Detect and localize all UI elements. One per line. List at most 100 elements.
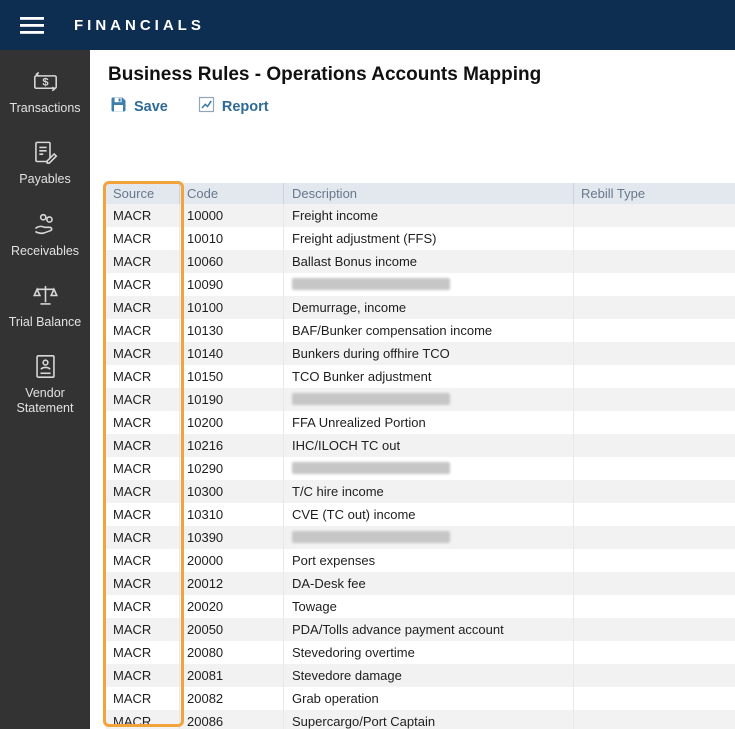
redacted-text <box>292 462 450 475</box>
cell-code: 20012 <box>180 572 284 595</box>
svg-text:$: $ <box>42 77 49 89</box>
cell-source: MACR <box>106 687 180 710</box>
table-row[interactable]: MACR 10216 IHC/ILOCH TC out <box>106 434 735 457</box>
column-header-rebill-type[interactable]: Rebill Type <box>574 183 735 204</box>
cell-rebill-type <box>574 480 735 503</box>
table-row[interactable]: MACR 20050 PDA/Tolls advance payment accou… <box>106 618 735 641</box>
table-row[interactable]: MACR 10140 Bunkers during offhire TCO <box>106 342 735 365</box>
cell-code: 20082 <box>180 687 284 710</box>
cell-source: MACR <box>106 641 180 664</box>
redacted-text <box>292 393 450 406</box>
page-title: Business Rules - Operations Accounts Map… <box>108 64 542 85</box>
table-row[interactable]: MACR 10300 T/C hire income <box>106 480 735 503</box>
app-title: FINANCIALS <box>74 16 205 34</box>
sidebar-item-transactions[interactable]: $ Transactions <box>3 68 87 116</box>
cell-description <box>284 273 574 296</box>
report-icon <box>198 96 215 117</box>
cell-source: MACR <box>106 457 180 480</box>
cell-source: MACR <box>106 480 180 503</box>
cell-description: TCO Bunker adjustment <box>284 365 574 388</box>
table-row[interactable]: MACR 10150 TCO Bunker adjustment <box>106 365 735 388</box>
cell-rebill-type <box>574 365 735 388</box>
cell-description <box>284 457 574 480</box>
table-row[interactable]: MACR 10060 Ballast Bonus income <box>106 250 735 273</box>
sidebar-nav: $ Transactions Payables Receivables Trial Ba… <box>0 50 90 729</box>
table-row[interactable]: MACR 20086 Supercargo/Port Captain <box>106 710 735 729</box>
table-row[interactable]: MACR 10390 <box>106 526 735 549</box>
cell-code: 10130 <box>180 319 284 342</box>
cell-source: MACR <box>106 342 180 365</box>
cell-description: BAF/Bunker compensation income <box>284 319 574 342</box>
cell-rebill-type <box>574 204 735 227</box>
cell-rebill-type <box>574 572 735 595</box>
cell-rebill-type <box>574 457 735 480</box>
cell-code: 10190 <box>180 388 284 411</box>
table-row[interactable]: MACR 10010 Freight adjustment (FFS) <box>106 227 735 250</box>
cell-code: 10140 <box>180 342 284 365</box>
table-row[interactable]: MACR 10000 Freight income <box>106 204 735 227</box>
transactions-icon: $ <box>32 68 59 95</box>
main-content: Business Rules - Operations Accounts Map… <box>90 50 735 729</box>
cell-description <box>284 526 574 549</box>
table-row[interactable]: MACR 10310 CVE (TC out) income <box>106 503 735 526</box>
table-row[interactable]: MACR 10100 Demurrage, income <box>106 296 735 319</box>
cell-rebill-type <box>574 227 735 250</box>
save-button[interactable]: Save <box>110 96 168 117</box>
cell-rebill-type <box>574 595 735 618</box>
table-row[interactable]: MACR 10190 <box>106 388 735 411</box>
cell-source: MACR <box>106 365 180 388</box>
sidebar-item-payables[interactable]: Payables <box>3 139 87 187</box>
cell-source: MACR <box>106 250 180 273</box>
accounts-mapping-table: Source Code Description Rebill Type MACR 100… <box>103 181 735 729</box>
table-row[interactable]: MACR 20081 Stevedore damage <box>106 664 735 687</box>
table-row[interactable]: MACR 20082 Grab operation <box>106 687 735 710</box>
toolbar: Save Report <box>110 96 735 117</box>
top-bar: FINANCIALS <box>0 0 735 50</box>
cell-source: MACR <box>106 296 180 319</box>
sidebar-item-label: Payables <box>19 172 71 187</box>
cell-description: Port expenses <box>284 549 574 572</box>
cell-description: Demurrage, income <box>284 296 574 319</box>
cell-code: 10000 <box>180 204 284 227</box>
cell-description: Freight adjustment (FFS) <box>284 227 574 250</box>
sidebar-item-vendor-statement[interactable]: Vendor Statement <box>3 353 87 417</box>
table-header-row: Source Code Description Rebill Type <box>106 183 735 204</box>
table-row[interactable]: MACR 20020 Towage <box>106 595 735 618</box>
report-button-label: Report <box>221 98 269 115</box>
payables-icon <box>32 139 59 166</box>
table-row[interactable]: MACR 20000 Port expenses <box>106 549 735 572</box>
cell-description: Grab operation <box>284 687 574 710</box>
column-header-source[interactable]: Source <box>106 183 180 204</box>
cell-rebill-type <box>574 296 735 319</box>
table-row[interactable]: MACR 10090 <box>106 273 735 296</box>
table-row[interactable]: MACR 20012 DA-Desk fee <box>106 572 735 595</box>
cell-source: MACR <box>106 618 180 641</box>
cell-code: 20020 <box>180 595 284 618</box>
cell-source: MACR <box>106 526 180 549</box>
cell-rebill-type <box>574 618 735 641</box>
cell-code: 10060 <box>180 250 284 273</box>
cell-rebill-type <box>574 319 735 342</box>
cell-source: MACR <box>106 595 180 618</box>
cell-description: Supercargo/Port Captain <box>284 710 574 729</box>
cell-description: IHC/ILOCH TC out <box>284 434 574 457</box>
table-row[interactable]: MACR 20080 Stevedoring overtime <box>106 641 735 664</box>
report-button[interactable]: Report <box>198 96 269 117</box>
column-header-description[interactable]: Description <box>284 183 574 204</box>
sidebar-item-receivables[interactable]: Receivables <box>3 211 87 259</box>
cell-rebill-type <box>574 549 735 572</box>
redacted-text <box>292 278 450 291</box>
cell-code: 10090 <box>180 273 284 296</box>
cell-description: FFA Unrealized Portion <box>284 411 574 434</box>
cell-rebill-type <box>574 411 735 434</box>
cell-source: MACR <box>106 319 180 342</box>
column-header-code[interactable]: Code <box>180 183 284 204</box>
sidebar-item-trial-balance[interactable]: Trial Balance <box>3 282 87 330</box>
cell-source: MACR <box>106 664 180 687</box>
cell-rebill-type <box>574 664 735 687</box>
table-row[interactable]: MACR 10130 BAF/Bunker compensation income <box>106 319 735 342</box>
table-row[interactable]: MACR 10200 FFA Unrealized Portion <box>106 411 735 434</box>
trial-balance-icon <box>32 282 59 309</box>
hamburger-menu-icon[interactable] <box>20 16 46 35</box>
table-row[interactable]: MACR 10290 <box>106 457 735 480</box>
